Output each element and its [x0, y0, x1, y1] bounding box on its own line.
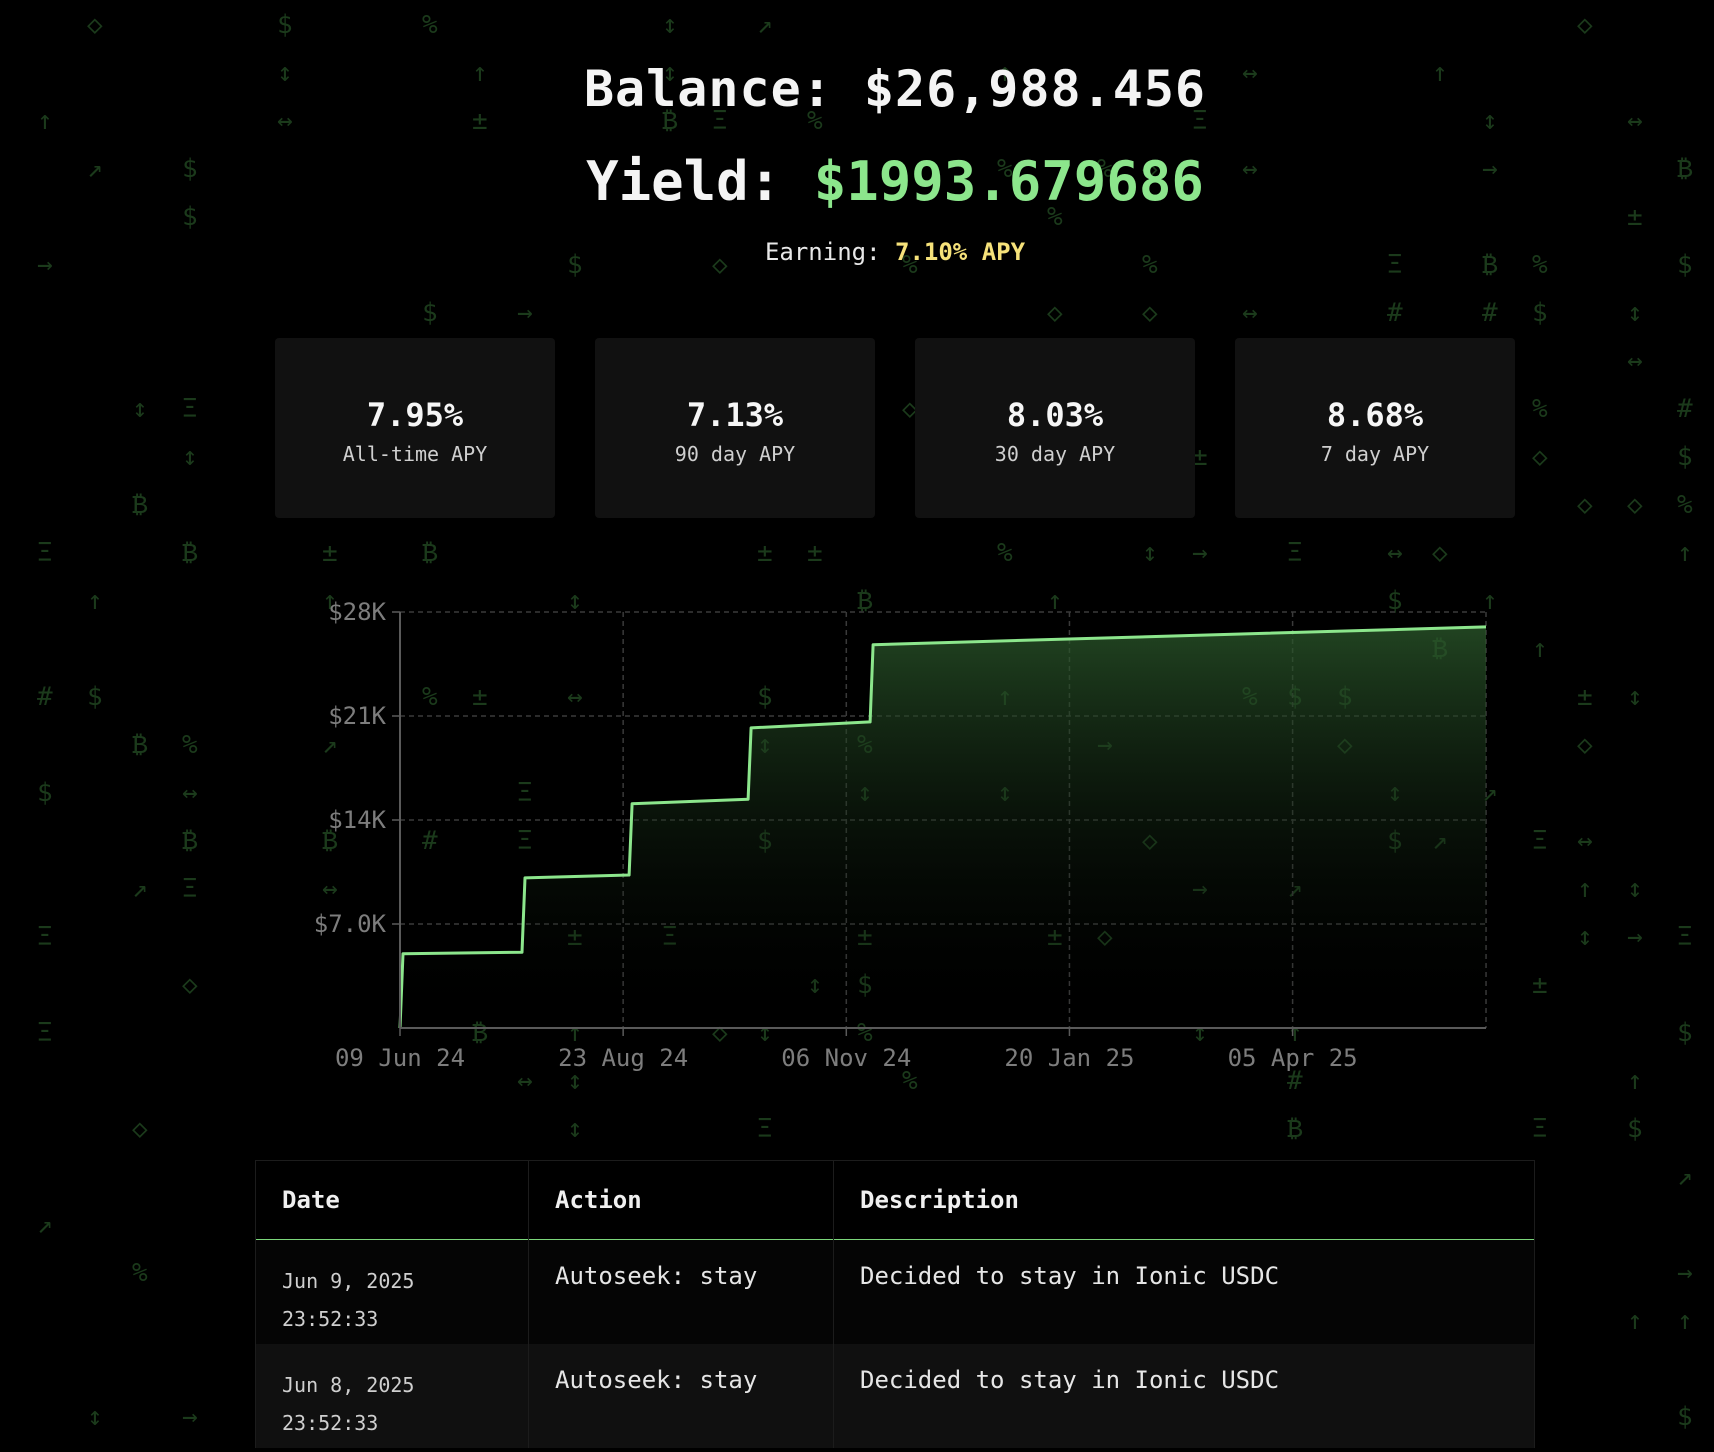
x-tick-label: 05 Apr 25 [1228, 1044, 1358, 1072]
date-text: Jun 8, 2025 [282, 1372, 415, 1397]
background-glyph: Ξ [757, 1114, 773, 1144]
background-glyph: ↕ [567, 1114, 583, 1144]
cell-action: Autoseek: stay [528, 1343, 834, 1448]
cell-action: Autoseek: stay [528, 1239, 834, 1344]
stat-card-90-day: 7.13% 90 day APY [595, 338, 875, 518]
background-glyph: $ [1627, 1114, 1643, 1144]
x-tick-label: 06 Nov 24 [781, 1044, 911, 1072]
background-glyph: $ [422, 298, 438, 328]
stat-card-7-day: 8.68% 7 day APY [1235, 338, 1515, 518]
background-glyph: # [1387, 298, 1403, 328]
background-glyph: ₿ [132, 490, 148, 520]
background-glyph: ↕ [1627, 298, 1643, 328]
stat-label: 7 day APY [1320, 442, 1430, 466]
earning-label: Earning: [764, 238, 881, 266]
x-tick-label: 23 Aug 24 [558, 1044, 688, 1072]
background-glyph: ◇ [1577, 490, 1593, 520]
yield-label: Yield: [586, 150, 782, 213]
background-glyph: ↕ [87, 1402, 103, 1432]
background-glyph: → [517, 298, 533, 328]
stat-value: 7.95% [366, 396, 464, 434]
stat-label: 30 day APY [994, 442, 1116, 466]
background-glyph: # [1482, 298, 1498, 328]
background-glyph: % [132, 1258, 148, 1288]
background-glyph: % [1677, 490, 1693, 520]
y-axis-labels: $7.0K $14K $21K $28K [314, 598, 387, 938]
stat-card-all-time: 7.95% All-time APY [275, 338, 555, 518]
stat-label: All-time APY [342, 442, 488, 466]
balance-chart: $7.0K $14K $21K $28K 09 Jun 24 23 Aug 24 06 N… [314, 598, 1487, 1072]
table-row: Jun 9, 2025 23:52:33 Autoseek: stay Deci… [255, 1239, 1535, 1344]
activity-table: Date Action Description Jun 9, 2025 23:5… [255, 1160, 1535, 1448]
background-glyph: ◇ [87, 10, 103, 40]
background-glyph: Ξ [1532, 1114, 1548, 1144]
background-glyph: ↑ [1677, 1306, 1693, 1336]
yield-value: $1993.679686 [813, 150, 1204, 213]
y-tick-label: $7.0K [314, 910, 387, 938]
table-row: Jun 8, 2025 23:52:33 Autoseek: stay Deci… [255, 1343, 1535, 1448]
background-glyph: ↔ [1242, 298, 1258, 328]
background-glyph: ◇ [1047, 298, 1063, 328]
x-tick-label: 09 Jun 24 [335, 1044, 465, 1072]
background-glyph: % [422, 10, 438, 40]
y-tick-label: $14K [328, 806, 386, 834]
background-glyph: ◇ [1627, 490, 1643, 520]
background-glyph: $ [277, 10, 293, 40]
background-glyph: ↗ [37, 1210, 53, 1240]
stat-value: 7.13% [686, 396, 784, 434]
background-glyph: $ [1532, 298, 1548, 328]
cell-description: Decided to stay in Ionic USDC [833, 1239, 1535, 1344]
apy-stats-row: 7.95% All-time APY 7.13% 90 day APY 8.03… [275, 338, 1515, 518]
column-header-date[interactable]: Date [255, 1160, 529, 1240]
y-tick-label: $21K [328, 702, 386, 730]
cell-description: Decided to stay in Ionic USDC [833, 1343, 1535, 1448]
table-header-row: Date Action Description [255, 1160, 1535, 1240]
background-glyph: $ [1677, 442, 1693, 472]
balance-area-fill [400, 626, 1486, 1028]
background-glyph: ↕ [182, 442, 198, 472]
balance-value: $26,988.456 [863, 60, 1207, 118]
time-text: 23:52:33 [282, 1307, 379, 1331]
background-glyph: ↕ [132, 394, 148, 424]
background-glyph: ◇ [1532, 442, 1548, 472]
column-header-action[interactable]: Action [528, 1160, 834, 1240]
y-tick-label: $28K [328, 598, 386, 626]
stat-value: 8.03% [1006, 396, 1104, 434]
background-glyph: ↕ [662, 10, 678, 40]
x-tick-label: 20 Jan 25 [1004, 1044, 1134, 1072]
background-glyph: ◇ [1577, 10, 1593, 40]
cell-date: Jun 9, 2025 23:52:33 [255, 1239, 529, 1344]
stat-value: 8.68% [1326, 396, 1424, 434]
background-glyph: → [1677, 1258, 1693, 1288]
background-glyph: ↗ [757, 10, 773, 40]
cell-date: Jun 8, 2025 23:52:33 [255, 1343, 529, 1448]
background-glyph: # [1677, 394, 1693, 424]
background-glyph: Ξ [182, 394, 198, 424]
background-glyph: ↔ [1627, 346, 1643, 376]
background-glyph: ↗ [1677, 1162, 1693, 1192]
balance-line: Balance: $26,988.456 [0, 60, 1714, 118]
earning-line: Earning: 7.10% APY [0, 238, 1714, 266]
background-glyph: ₿ [1287, 1114, 1303, 1144]
background-glyph: ◇ [132, 1114, 148, 1144]
time-text: 23:52:33 [282, 1410, 379, 1435]
stat-card-30-day: 8.03% 30 day APY [915, 338, 1195, 518]
column-header-description[interactable]: Description [833, 1160, 1535, 1240]
date-text: Jun 9, 2025 [282, 1269, 415, 1293]
balance-label: Balance: [583, 60, 833, 118]
background-glyph: $ [1677, 1402, 1693, 1432]
earning-apy-value: 7.10% APY [895, 238, 1026, 266]
background-glyph: → [182, 1402, 198, 1432]
background-glyph: ◇ [1142, 298, 1158, 328]
yield-line: Yield: $1993.679686 [0, 150, 1714, 213]
background-glyph: % [1532, 394, 1548, 424]
activity-table-container: Date Action Description Jun 9, 2025 23:5… [255, 1160, 1535, 1448]
background-glyph: ↑ [1627, 1306, 1643, 1336]
stat-label: 90 day APY [674, 442, 796, 466]
x-axis-labels: 09 Jun 24 23 Aug 24 06 Nov 24 20 Jan 25 05 A… [335, 1044, 1358, 1072]
